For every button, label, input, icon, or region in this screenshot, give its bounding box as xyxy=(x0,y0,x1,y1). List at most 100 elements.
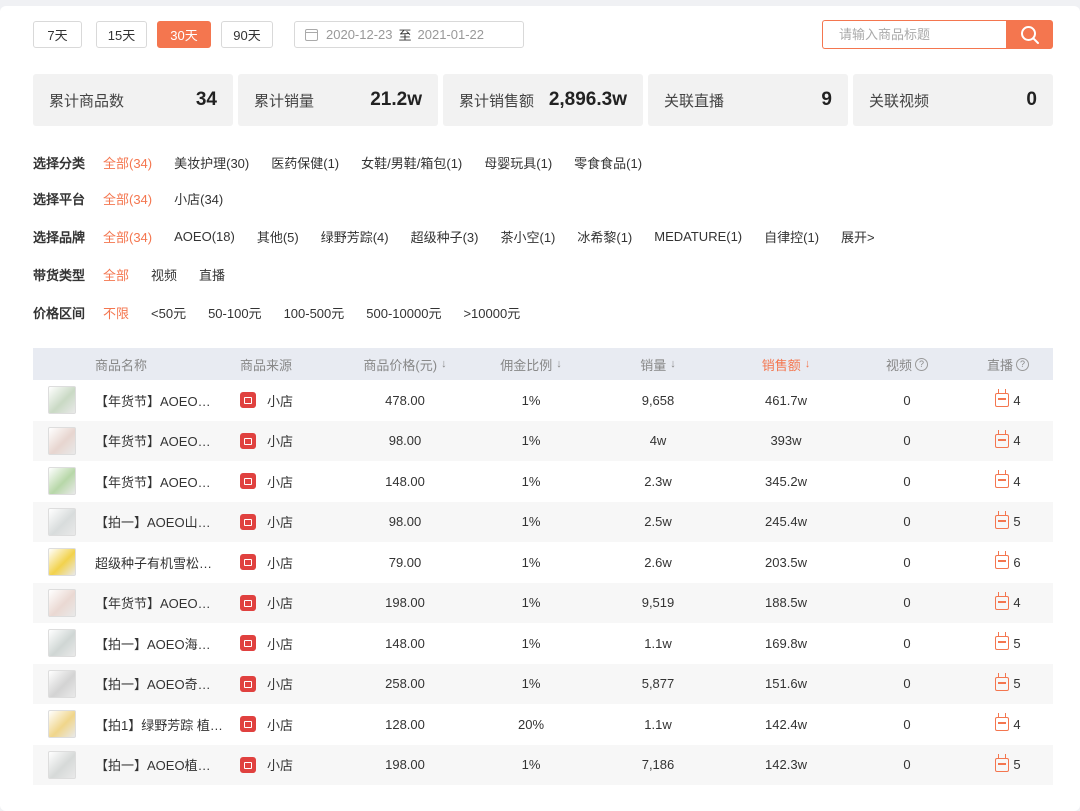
cell-live[interactable]: 5 xyxy=(973,664,1043,704)
product-name[interactable]: 【拍一】AOEO海葡… xyxy=(95,623,225,663)
cell-revenue: 151.6w xyxy=(765,676,807,691)
product-name[interactable]: 【拍一】AOEO奇焕… xyxy=(95,664,225,704)
col-commission[interactable]: 佣金比例 ↓ xyxy=(483,348,579,380)
help-icon[interactable]: ? xyxy=(1016,357,1029,371)
brand-expand-button[interactable]: 展开> xyxy=(841,227,875,246)
col-revenue[interactable]: 销售额 ↓ xyxy=(745,348,827,380)
table-row[interactable]: 【拍一】AOEO植焕… 小店 198.00 1% 7,186 142.3w 0 5 xyxy=(33,744,1053,785)
table-row[interactable]: 超级种子有机雪松… 小店 79.00 1% 2.6w 203.5w 0 6 xyxy=(33,542,1053,583)
product-thumbnail[interactable] xyxy=(48,669,76,698)
product-thumbnail[interactable] xyxy=(48,507,76,536)
cell-live[interactable]: 4 xyxy=(973,421,1043,461)
cell-live[interactable]: 6 xyxy=(973,542,1043,582)
product-name[interactable]: 超级种子有机雪松… xyxy=(95,542,225,582)
cell-live[interactable]: 5 xyxy=(973,745,1043,785)
table-row[interactable]: 【拍一】AOEO海葡… 小店 148.00 1% 1.1w 169.8w 0 5 xyxy=(33,623,1053,664)
cell-live[interactable]: 5 xyxy=(973,623,1043,663)
price-option[interactable]: >10000元 xyxy=(463,303,520,322)
table-row[interactable]: 【拍一】AOEO山茶… 小店 98.00 1% 2.5w 245.4w 0 5 xyxy=(33,501,1053,542)
product-name-text: 【拍1】绿野芳踪 植… xyxy=(95,717,223,733)
brand-option[interactable]: 冰希黎(1) xyxy=(577,227,632,246)
cell-video: 0 xyxy=(903,595,911,610)
table-row[interactable]: 【拍一】AOEO奇焕… 小店 258.00 1% 5,877 151.6w 0 5 xyxy=(33,663,1053,704)
brand-option[interactable]: 超级种子(3) xyxy=(411,227,479,246)
type-option[interactable]: 直播 xyxy=(199,265,225,284)
cell-live[interactable]: 4 xyxy=(973,704,1043,744)
platform-filter: 选择平台 全部(34) 小店(34) xyxy=(33,188,245,208)
product-thumbnail[interactable] xyxy=(48,467,76,495)
cell-live[interactable]: 4 xyxy=(973,380,1043,420)
cell-price: 128.00 xyxy=(385,716,425,732)
price-option[interactable]: 50-100元 xyxy=(208,303,261,322)
category-option[interactable]: 医药保健(1) xyxy=(271,153,339,172)
brand-option[interactable]: 绿野芳踪(4) xyxy=(321,227,389,246)
col-price[interactable]: 商品价格(元) ↓ xyxy=(344,348,466,380)
product-thumbnail[interactable] xyxy=(48,588,76,617)
price-option[interactable]: 不限 xyxy=(103,303,129,322)
live-count: 4 xyxy=(1013,716,1021,732)
live-stream-icon xyxy=(995,595,1010,610)
product-name[interactable]: 【年货节】AOEO阿… xyxy=(95,380,225,420)
range-90-days-button[interactable]: 90天 xyxy=(221,21,273,48)
live-count: 4 xyxy=(1013,392,1021,408)
help-icon[interactable]: ? xyxy=(915,357,928,371)
product-thumbnail[interactable] xyxy=(48,710,76,738)
range-7-days-button[interactable]: 7天 xyxy=(33,21,82,48)
brand-option[interactable]: AOEO(18) xyxy=(174,229,235,244)
brand-option[interactable]: 自律控(1) xyxy=(764,227,819,246)
category-option[interactable]: 零食食品(1) xyxy=(574,153,642,172)
col-sales-label: 销量 xyxy=(640,357,667,373)
product-name[interactable]: 【年货节】AOEO山… xyxy=(95,421,225,461)
brand-option[interactable]: 其他(5) xyxy=(257,227,299,246)
category-option[interactable]: 女鞋/男鞋/箱包(1) xyxy=(361,153,462,172)
product-thumbnail[interactable] xyxy=(48,629,76,657)
platform-option[interactable]: 全部(34) xyxy=(103,189,152,208)
range-30-days-button[interactable]: 30天 xyxy=(157,21,211,48)
product-name[interactable]: 【年货节】AOEO植… xyxy=(95,583,225,623)
type-option[interactable]: 全部 xyxy=(103,265,129,284)
table-row[interactable]: 【年货节】AOEO海… 小店 148.00 1% 2.3w 345.2w 0 4 xyxy=(33,461,1053,502)
brand-option[interactable]: 茶小空(1) xyxy=(500,227,555,246)
category-option[interactable]: 美妆护理(30) xyxy=(174,153,249,172)
range-15-days-button[interactable]: 15天 xyxy=(96,21,147,48)
type-option[interactable]: 视频 xyxy=(151,265,177,284)
cell-video: 0 xyxy=(903,635,911,651)
price-option[interactable]: 500-10000元 xyxy=(366,303,441,322)
cell-live[interactable]: 5 xyxy=(973,502,1043,542)
product-name[interactable]: 【年货节】AOEO海… xyxy=(95,461,225,501)
product-name-text: 【拍一】AOEO植焕… xyxy=(95,758,223,773)
category-option[interactable]: 全部(34) xyxy=(103,153,152,172)
brand-option[interactable]: MEDATURE(1) xyxy=(654,229,742,244)
cell-live[interactable]: 4 xyxy=(973,583,1043,623)
product-thumbnail[interactable] xyxy=(48,426,76,455)
category-option[interactable]: 母婴玩具(1) xyxy=(484,153,552,172)
price-option[interactable]: <50元 xyxy=(151,303,186,322)
table-row[interactable]: 【年货节】AOEO植… 小店 198.00 1% 9,519 188.5w 0 4 xyxy=(33,582,1053,623)
product-thumbnail[interactable] xyxy=(48,386,76,414)
col-sales[interactable]: 销量 ↓ xyxy=(621,348,695,380)
product-thumbnail[interactable] xyxy=(48,548,76,576)
col-price-label: 商品价格(元) xyxy=(363,357,438,373)
search-input[interactable] xyxy=(822,20,1006,49)
product-thumbnail[interactable] xyxy=(48,750,76,779)
brand-option[interactable]: 全部(34) xyxy=(103,227,152,246)
price-option[interactable]: 100-500元 xyxy=(284,303,345,322)
cell-live[interactable]: 4 xyxy=(973,461,1043,501)
product-name[interactable]: 【拍一】AOEO山茶… xyxy=(95,502,225,542)
date-range-picker[interactable]: 2020-12-23 至 2021-01-22 xyxy=(294,21,524,48)
table-header: 商品名称 商品来源 商品价格(元) ↓ 佣金比例 ↓ 销量 ↓ 销售额 ↓ 视频? 直播… xyxy=(33,348,1053,380)
search-button[interactable] xyxy=(1006,20,1053,49)
product-name[interactable]: 【拍1】绿野芳踪 植… xyxy=(95,704,225,744)
live-count: 6 xyxy=(1013,554,1021,570)
platform-option[interactable]: 小店(34) xyxy=(174,189,223,208)
table-row[interactable]: 【年货节】AOEO山… 小店 98.00 1% 4w 393w 0 4 xyxy=(33,420,1053,461)
product-name[interactable]: 【拍一】AOEO植焕… xyxy=(95,745,225,785)
stat-card-live: 关联直播 9 xyxy=(648,74,848,126)
table-row[interactable]: 【拍1】绿野芳踪 植… 小店 128.00 20% 1.1w 142.4w 0 4 xyxy=(33,704,1053,745)
live-count: 4 xyxy=(1013,595,1021,610)
calendar-icon xyxy=(305,28,318,41)
date-end: 2021-01-22 xyxy=(417,27,485,42)
cell-sales: 2.5w xyxy=(644,514,672,529)
live-stream-icon xyxy=(995,514,1010,529)
table-row[interactable]: 【年货节】AOEO阿… 小店 478.00 1% 9,658 461.7w 0 4 xyxy=(33,380,1053,421)
